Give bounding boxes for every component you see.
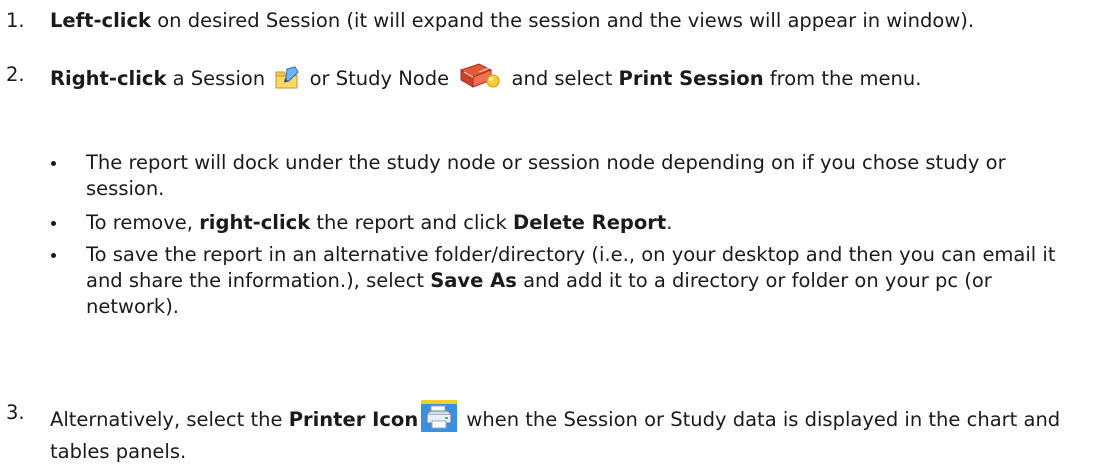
step-text-part: from the menu.: [763, 67, 922, 90]
step-text: Left-click on desired Session (it will e…: [50, 8, 1084, 34]
bullet-text-part: The report will dock under the study nod…: [86, 151, 1006, 200]
bullet-text-part: To remove,: [86, 211, 200, 234]
step-text-part: a Session: [166, 67, 272, 90]
bullet-text-part: the report and click: [310, 211, 514, 234]
bullet-text: To save the report in an alternative fol…: [86, 242, 1084, 320]
emphasis-delete-report: Delete Report: [513, 211, 667, 234]
step-text-part: on desired Session (it will expand the s…: [151, 9, 975, 32]
bullet-text: The report will dock under the study nod…: [86, 150, 1084, 202]
step-text-part: or Study Node: [303, 67, 456, 90]
bullet-dot: [51, 253, 56, 258]
session-folder-icon: [274, 66, 300, 97]
emphasis-left-click: Left-click: [50, 9, 152, 32]
step-text-part: and select: [505, 67, 619, 90]
step-text-part: Alternatively, select the: [50, 408, 289, 431]
bullet-dot: [51, 221, 56, 226]
study-node-icon: [458, 62, 502, 97]
emphasis-save-as: Save As: [430, 269, 517, 292]
emphasis-right-click: Right-click: [50, 67, 167, 90]
step-text: Right-click a Session or Study Node and …: [50, 62, 1084, 97]
bullet-text: To remove, right-click the report and cl…: [86, 210, 1084, 236]
bullet-text-part: .: [666, 211, 673, 234]
step-number: 2.: [6, 63, 25, 86]
emphasis-print-session: Print Session: [618, 67, 764, 90]
bullet-dot: [51, 161, 56, 166]
step-text: Alternatively, select the Printer Icon w…: [50, 400, 1084, 465]
emphasis-printer-icon: Printer Icon: [288, 408, 419, 431]
instructions-document: 1. Left-click on desired Session (it wil…: [0, 0, 1102, 465]
printer-icon[interactable]: [421, 400, 458, 439]
emphasis-right-click: right-click: [199, 211, 311, 234]
step-number: 3.: [6, 401, 25, 424]
step-number: 1.: [6, 9, 25, 32]
